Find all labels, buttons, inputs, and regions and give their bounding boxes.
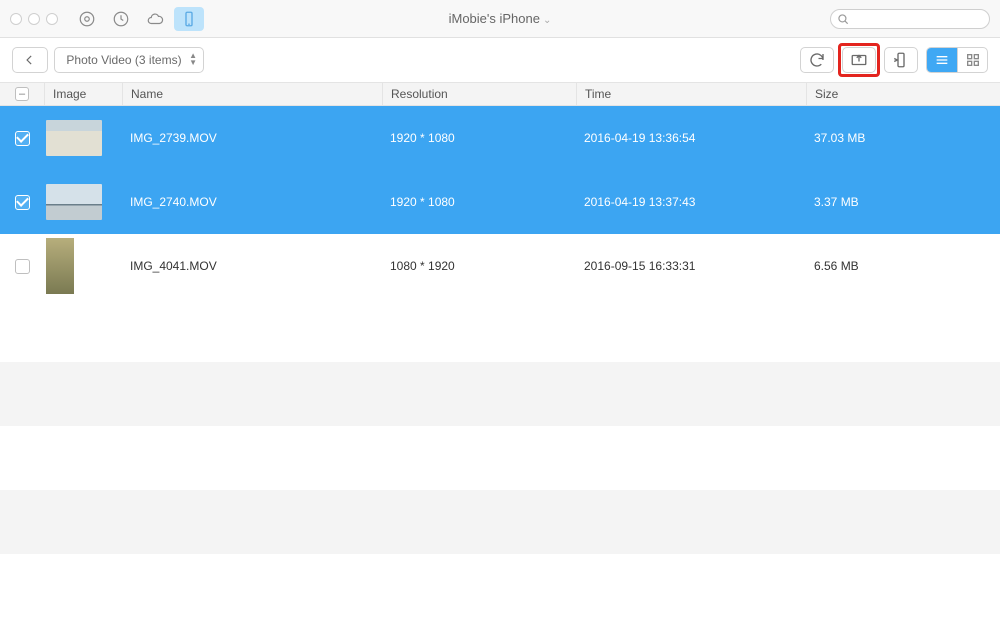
list-view-button[interactable]	[927, 48, 957, 72]
minimize-window-dot[interactable]	[28, 13, 40, 25]
category-dropdown[interactable]: Photo Video (3 items) ▲▼	[54, 47, 204, 73]
window-title-text: iMobie's iPhone	[449, 11, 540, 26]
cell-name: IMG_2739.MOV	[122, 131, 382, 145]
back-button[interactable]	[12, 47, 48, 73]
cell-time: 2016-09-15 16:33:31	[576, 259, 806, 273]
toolbar: Photo Video (3 items) ▲▼	[0, 38, 1000, 82]
table-row[interactable]: IMG_2740.MOV 1920 * 1080 2016-04-19 13:3…	[0, 170, 1000, 234]
thumbnail	[46, 120, 102, 156]
table-row[interactable]: IMG_4041.MOV 1080 * 1920 2016-09-15 16:3…	[0, 234, 1000, 298]
view-toggle	[926, 47, 988, 73]
chevron-down-icon: ⌄	[543, 15, 551, 26]
empty-rows	[0, 298, 1000, 618]
select-all-checkbox[interactable]: –	[15, 87, 29, 101]
category-dropdown-label: Photo Video (3 items)	[66, 53, 181, 67]
import-to-device-button[interactable]	[884, 47, 918, 73]
column-image[interactable]: Image	[44, 83, 122, 105]
zoom-window-dot[interactable]	[46, 13, 58, 25]
cell-resolution: 1920 * 1080	[382, 195, 576, 209]
search-icon	[836, 12, 850, 26]
cell-time: 2016-04-19 13:37:43	[576, 195, 806, 209]
table-header: – Image Name Resolution Time Size	[0, 82, 1000, 106]
column-name[interactable]: Name	[122, 83, 382, 105]
row-checkbox[interactable]	[15, 195, 30, 210]
window-controls	[10, 13, 58, 25]
table-body: IMG_2739.MOV 1920 * 1080 2016-04-19 13:3…	[0, 106, 1000, 618]
thumbnail	[46, 184, 102, 220]
column-time[interactable]: Time	[576, 83, 806, 105]
row-checkbox[interactable]	[15, 259, 30, 274]
iphone-tab[interactable]	[174, 7, 204, 31]
source-tabs	[72, 7, 204, 31]
cell-name: IMG_2740.MOV	[122, 195, 382, 209]
column-resolution[interactable]: Resolution	[382, 83, 576, 105]
cell-size: 3.37 MB	[806, 195, 1000, 209]
column-size[interactable]: Size	[806, 83, 1000, 105]
cell-resolution: 1920 * 1080	[382, 131, 576, 145]
cell-size: 37.03 MB	[806, 131, 1000, 145]
send-to-device-button[interactable]	[842, 47, 876, 73]
table-row[interactable]: IMG_2739.MOV 1920 * 1080 2016-04-19 13:3…	[0, 106, 1000, 170]
search-field-wrap	[830, 9, 990, 29]
close-window-dot[interactable]	[10, 13, 22, 25]
history-tab[interactable]	[106, 7, 136, 31]
grid-view-button[interactable]	[957, 48, 987, 72]
itunes-tab[interactable]	[72, 7, 102, 31]
updown-icon: ▲▼	[189, 52, 197, 66]
cell-name: IMG_4041.MOV	[122, 259, 382, 273]
cell-resolution: 1080 * 1920	[382, 259, 576, 273]
refresh-button[interactable]	[800, 47, 834, 73]
cell-size: 6.56 MB	[806, 259, 1000, 273]
search-input[interactable]	[830, 9, 990, 29]
thumbnail	[46, 238, 74, 294]
row-checkbox[interactable]	[15, 131, 30, 146]
cell-time: 2016-04-19 13:36:54	[576, 131, 806, 145]
title-bar: iMobie's iPhone⌄	[0, 0, 1000, 38]
icloud-tab[interactable]	[140, 7, 170, 31]
